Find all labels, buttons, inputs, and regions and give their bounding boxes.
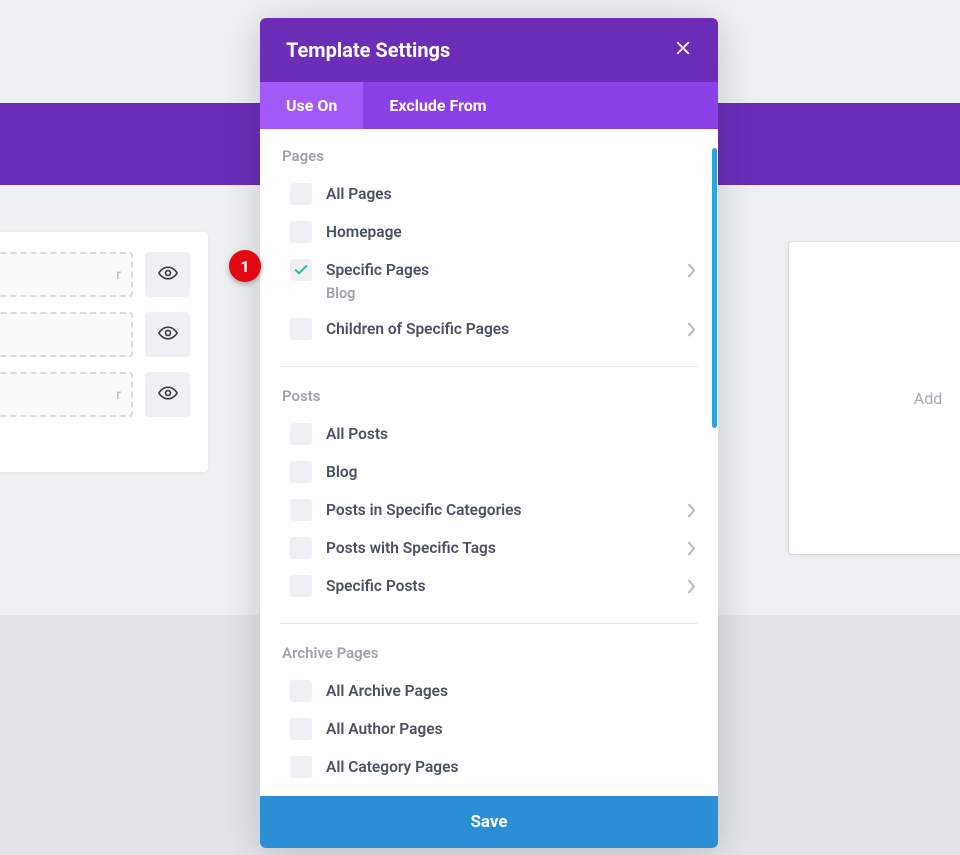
left-card: r r [0,232,208,472]
item-homepage[interactable]: Homepage [260,213,718,251]
item-sublabel: Blog [260,285,718,310]
item-label: Homepage [326,223,696,241]
item-all-posts[interactable]: All Posts [260,415,718,453]
chevron-right-icon [687,322,696,337]
eye-icon [158,263,178,287]
item-label: Posts with Specific Tags [326,539,687,557]
item-label: Specific Pages [326,261,687,279]
checkbox[interactable] [290,259,312,281]
annotation-badge: 1 [229,250,261,282]
tab-label: Use On [286,96,337,115]
chevron-right-icon [687,541,696,556]
right-card[interactable]: Add [788,241,960,555]
close-button[interactable] [674,39,692,61]
slot-text: r [116,387,121,403]
item-label: All Archive Pages [326,682,696,700]
checkbox[interactable] [290,575,312,597]
chevron-right-icon [687,579,696,594]
item-label: All Pages [326,185,696,203]
item-label: All Category Pages [326,758,696,776]
slot-row: r [0,252,190,297]
template-settings-modal: Template Settings Use On Exclude From Pa… [260,18,718,848]
item-blog[interactable]: Blog [260,453,718,491]
save-label: Save [470,812,507,832]
chevron-right-icon [687,503,696,518]
checkbox[interactable] [290,221,312,243]
checkbox[interactable] [290,423,312,445]
eye-icon [158,383,178,407]
visibility-toggle[interactable] [145,372,190,417]
section-header-archive: Archive Pages [260,638,718,672]
item-all-category[interactable]: All Category Pages [260,748,718,786]
tab-exclude-from[interactable]: Exclude From [363,82,512,129]
checkbox[interactable] [290,680,312,702]
tab-use-on[interactable]: Use On [260,82,363,129]
item-label: All Author Pages [326,720,696,738]
checkbox[interactable] [290,318,312,340]
item-specific-pages[interactable]: Specific Pages [260,251,718,289]
tab-label: Exclude From [389,96,486,115]
item-label: All Posts [326,425,696,443]
slot-text: r [116,267,121,283]
section-header-pages: Pages [260,141,718,175]
visibility-toggle[interactable] [145,252,190,297]
divider [280,366,698,367]
slot[interactable] [0,312,133,357]
item-all-author[interactable]: All Author Pages [260,710,718,748]
checkbox[interactable] [290,183,312,205]
slot-row: r [0,372,190,417]
item-posts-tags[interactable]: Posts with Specific Tags [260,529,718,567]
checkbox[interactable] [290,756,312,778]
item-specific-posts[interactable]: Specific Posts [260,567,718,605]
item-label: Children of Specific Pages [326,320,687,338]
badge-number: 1 [240,257,249,276]
checkbox[interactable] [290,718,312,740]
item-posts-categories[interactable]: Posts in Specific Categories [260,491,718,529]
checkbox[interactable] [290,499,312,521]
save-button[interactable]: Save [260,796,718,848]
scroll-area: Pages All Pages Homepage Specific Pages … [260,129,718,796]
chevron-right-icon [687,263,696,278]
section-header-posts: Posts [260,381,718,415]
modal-body: Pages All Pages Homepage Specific Pages … [260,129,718,796]
modal-header: Template Settings [260,18,718,82]
item-label: Posts in Specific Categories [326,501,687,519]
slot-row [0,312,190,357]
eye-icon [158,323,178,347]
checkbox[interactable] [290,461,312,483]
checkbox[interactable] [290,537,312,559]
item-children-specific-pages[interactable]: Children of Specific Pages [260,310,718,348]
tabs: Use On Exclude From [260,82,718,129]
close-icon [674,39,692,61]
slot[interactable]: r [0,252,133,297]
visibility-toggle[interactable] [145,312,190,357]
modal-title: Template Settings [286,38,450,62]
slot[interactable]: r [0,372,133,417]
item-label: Blog [326,463,696,481]
divider [280,623,698,624]
item-label: Specific Posts [326,577,687,595]
right-card-label: Add [914,389,942,408]
item-all-pages[interactable]: All Pages [260,175,718,213]
item-all-archive[interactable]: All Archive Pages [260,672,718,710]
